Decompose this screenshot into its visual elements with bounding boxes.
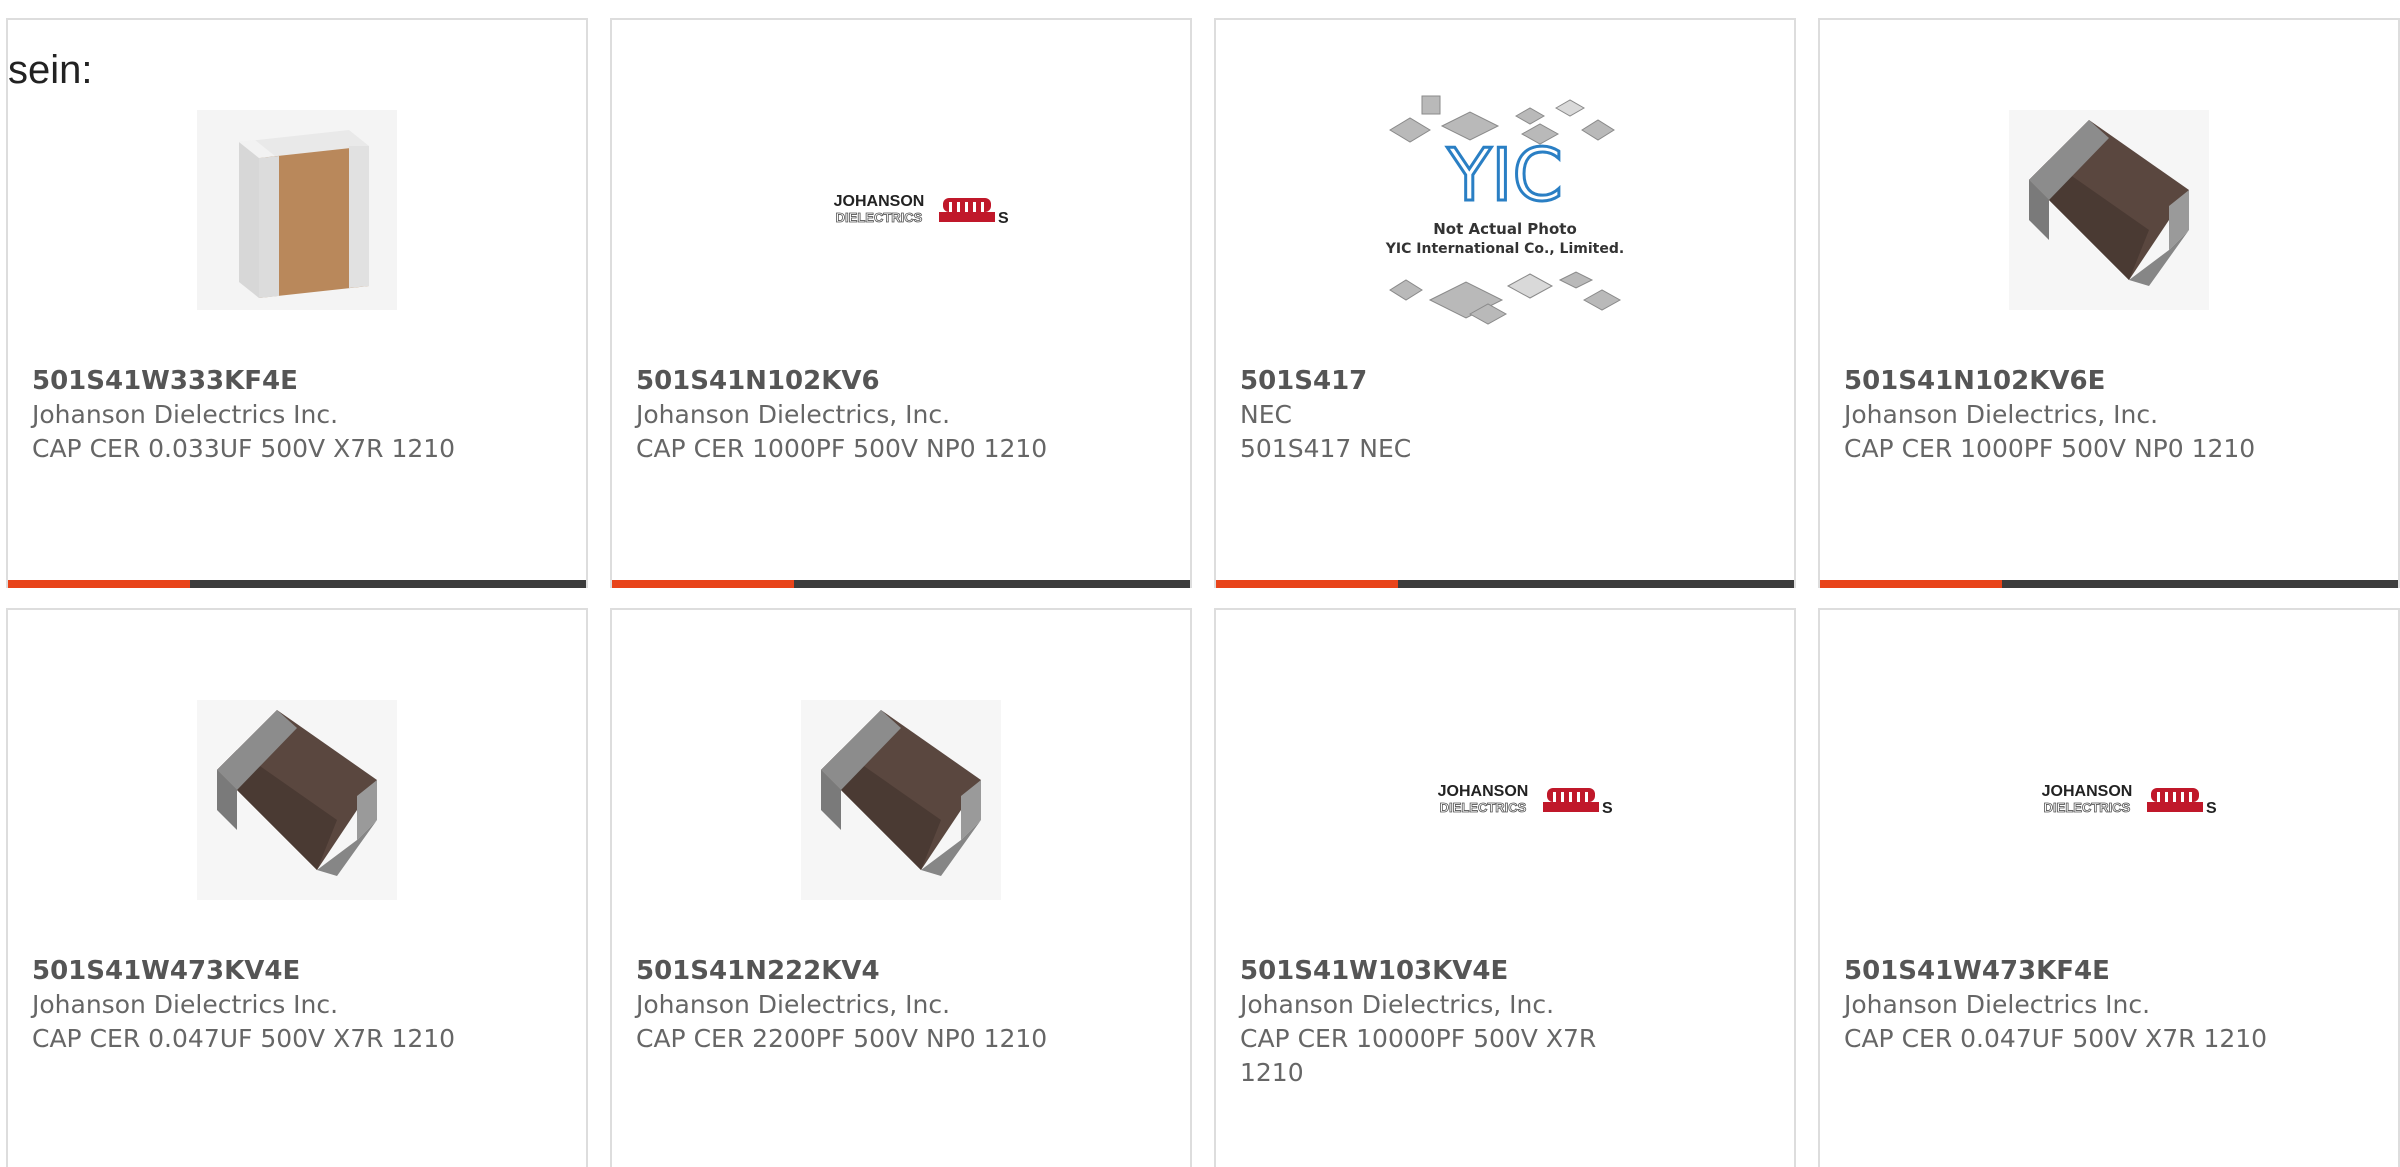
product-card[interactable]: 501S41W333KF4E Johanson Dielectrics Inc.… <box>6 18 588 588</box>
part-number[interactable]: 501S41N102KV6 <box>636 366 880 396</box>
manufacturer: Johanson Dielectrics Inc. <box>1844 990 2151 1019</box>
brown-capacitor-image <box>801 700 1001 900</box>
manufacturer: Johanson Dielectrics, Inc. <box>1844 400 2159 429</box>
product-card[interactable]: JOHANSON DIELECTRICS S 501S41N102KV6 Joh… <box>610 18 1192 588</box>
description: CAP CER 1000PF 500V NP0 1210 <box>636 434 1048 463</box>
brown-capacitor-image <box>2009 110 2209 310</box>
manufacturer: Johanson Dielectrics, Inc. <box>1240 990 1555 1019</box>
svg-text:S: S <box>2206 800 2217 817</box>
description: CAP CER 2200PF 500V NP0 1210 <box>636 1024 1048 1053</box>
placeholder-line2: YIC International Co., Limited. <box>1385 241 1624 257</box>
part-number[interactable]: 501S41W333KF4E <box>32 366 298 396</box>
johanson-logo-image: JOHANSON DIELECTRICS S <box>2042 783 2217 817</box>
part-number[interactable]: 501S41W473KV4E <box>32 956 300 986</box>
product-image[interactable] <box>8 690 586 910</box>
description: CAP CER 0.047UF 500V X7R 1210 <box>1844 1024 2268 1053</box>
logo-line1: JOHANSON <box>2042 783 2133 800</box>
product-card[interactable]: JOHANSON DIELECTRICS S 501S41W473KF4E Jo… <box>1818 608 2400 1167</box>
placeholder-line1: Not Actual Photo <box>1433 220 1577 238</box>
yic-placeholder-image: YIC Not Actual Photo YIC International C… <box>1385 95 1624 325</box>
logo-line2: DIELECTRICS <box>836 210 923 225</box>
part-number[interactable]: 501S41W103KV4E <box>1240 956 1508 986</box>
product-image[interactable] <box>612 690 1190 910</box>
product-image[interactable]: JOHANSON DIELECTRICS S <box>1216 690 1794 910</box>
product-image[interactable]: JOHANSON DIELECTRICS S <box>1820 690 2398 910</box>
product-card[interactable]: JOHANSON DIELECTRICS S 501S41W103KV4E Jo… <box>1214 608 1796 1167</box>
description: CAP CER 1000PF 500V NP0 1210 <box>1844 434 2256 463</box>
manufacturer: Johanson Dielectrics, Inc. <box>636 990 951 1019</box>
manufacturer: NEC <box>1240 400 1292 429</box>
product-image[interactable]: JOHANSON DIELECTRICS S <box>612 100 1190 320</box>
product-card[interactable]: 501S41N102KV6E Johanson Dielectrics, Inc… <box>1818 18 2400 588</box>
description: CAP CER 0.033UF 500V X7R 1210 <box>32 434 456 463</box>
product-card[interactable]: YIC Not Actual Photo YIC International C… <box>1214 18 1796 588</box>
product-image[interactable] <box>8 100 586 320</box>
product-image[interactable]: YIC Not Actual Photo YIC International C… <box>1216 95 1794 325</box>
card-progress-bar <box>1820 580 2398 588</box>
product-image[interactable] <box>1820 100 2398 320</box>
logo-line1: JOHANSON <box>1438 783 1529 800</box>
description: CAP CER 10000PF 500V X7R 1210 <box>1240 1024 1597 1087</box>
product-card[interactable]: 501S41N222KV4 Johanson Dielectrics, Inc.… <box>610 608 1192 1167</box>
intro-text: sein: <box>8 48 93 92</box>
johanson-logo-image: JOHANSON DIELECTRICS S <box>834 193 1009 227</box>
part-number[interactable]: 501S41N102KV6E <box>1844 366 2105 396</box>
card-progress-bar <box>612 580 1190 588</box>
yic-logo: YIC <box>1446 133 1563 217</box>
manufacturer: Johanson Dielectrics Inc. <box>32 400 339 429</box>
svg-text:S: S <box>998 210 1009 227</box>
description: CAP CER 0.047UF 500V X7R 1210 <box>32 1024 456 1053</box>
logo-line2: DIELECTRICS <box>1440 800 1527 815</box>
part-number[interactable]: 501S41N222KV4 <box>636 956 880 986</box>
product-card[interactable]: 501S41W473KV4E Johanson Dielectrics Inc.… <box>6 608 588 1167</box>
card-progress-bar <box>1216 580 1794 588</box>
manufacturer: Johanson Dielectrics Inc. <box>32 990 339 1019</box>
card-progress-bar <box>8 580 586 588</box>
johanson-logo-image: JOHANSON DIELECTRICS S <box>1438 783 1613 817</box>
logo-line1: JOHANSON <box>834 193 925 210</box>
part-number[interactable]: 501S41W473KF4E <box>1844 956 2110 986</box>
brown-capacitor-image <box>197 700 397 900</box>
part-number[interactable]: 501S417 <box>1240 366 1367 396</box>
logo-line2: DIELECTRICS <box>2044 800 2131 815</box>
description: 501S417 NEC <box>1240 434 1412 463</box>
manufacturer: Johanson Dielectrics, Inc. <box>636 400 951 429</box>
tan-capacitor-image <box>197 110 397 310</box>
svg-text:S: S <box>1602 800 1613 817</box>
